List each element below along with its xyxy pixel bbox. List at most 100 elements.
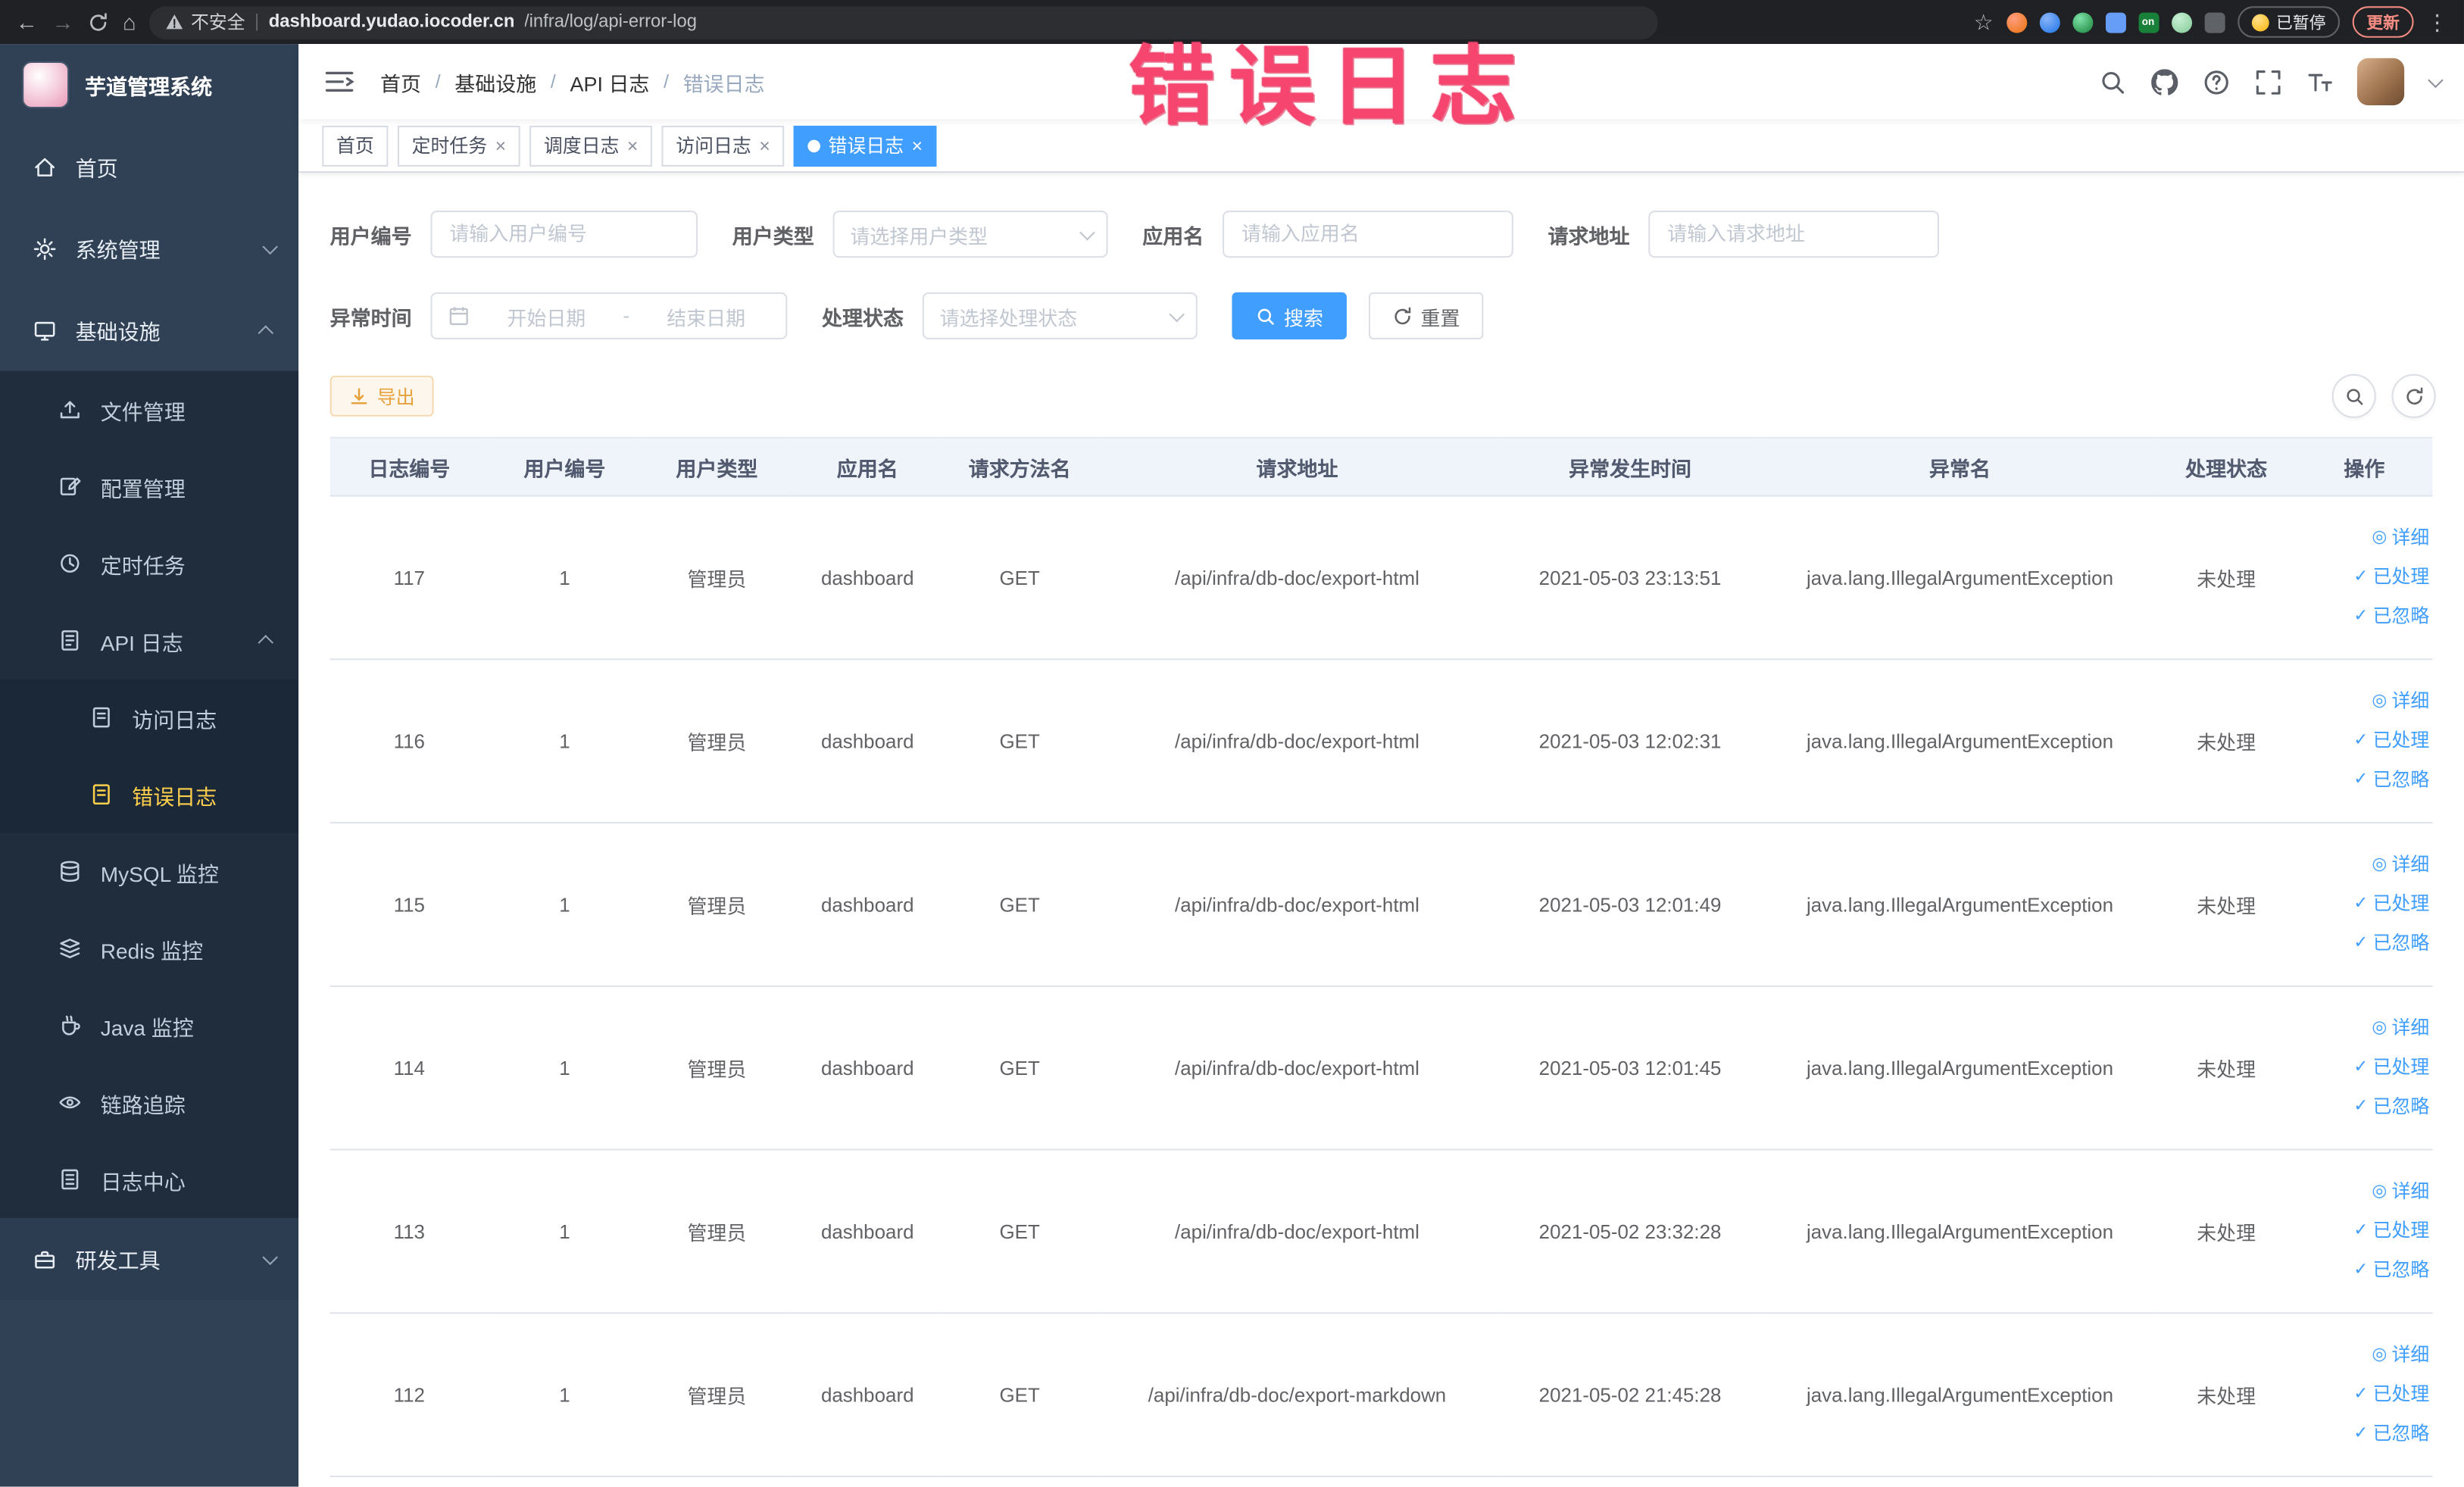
mark-processed-link[interactable]: ✓ 已处理	[2303, 558, 2429, 597]
close-icon[interactable]: ×	[627, 136, 639, 155]
sidebar-item-redis-monitor[interactable]: Redis 监控	[0, 910, 299, 987]
github-icon[interactable]	[2150, 67, 2178, 95]
sidebar-item-java-monitor[interactable]: Java 监控	[0, 986, 299, 1064]
fullscreen-icon[interactable]	[2253, 67, 2281, 95]
redis-icon	[57, 936, 82, 961]
sidebar-item-file-manage[interactable]: 文件管理	[0, 370, 299, 448]
cell-log-id: 112	[329, 1313, 489, 1478]
cell-exception-name: java.lang.IllegalArgumentException	[1763, 495, 2157, 661]
reload-icon[interactable]	[88, 12, 108, 33]
calendar-icon	[449, 307, 468, 326]
detail-link[interactable]: ◎ 详细	[2303, 1009, 2429, 1048]
sidebar-item-infra[interactable]: 基础设施	[0, 289, 298, 371]
sidebar-item-log-center[interactable]: 日志中心	[0, 1141, 299, 1218]
breadcrumb-infra[interactable]: 基础设施	[454, 67, 536, 96]
browser-update-button[interactable]: 更新	[2352, 6, 2414, 38]
hamburger-icon[interactable]	[323, 66, 354, 97]
not-secure-indicator[interactable]: 不安全	[166, 9, 245, 34]
detail-link[interactable]: ◎ 详细	[2303, 1335, 2429, 1375]
tab-error-log[interactable]: 错误日志 ×	[793, 124, 937, 166]
log-document-icon	[57, 628, 82, 653]
detail-link[interactable]: ◎ 详细	[2303, 1173, 2429, 1212]
reset-button[interactable]: 重置	[1369, 292, 1484, 340]
mark-processed-link[interactable]: ✓ 已处理	[2303, 1048, 2429, 1088]
tab-label: 首页	[336, 135, 374, 158]
sidebar-item-dev-tools[interactable]: 研发工具	[0, 1217, 299, 1300]
app-title: 芋道管理系统	[85, 75, 213, 99]
extension-icon[interactable]	[2072, 11, 2093, 33]
cell-method: GET	[942, 823, 1098, 987]
breadcrumb-api-log[interactable]: API 日志	[570, 67, 649, 96]
mark-ignored-link[interactable]: ✓ 已忽略	[2303, 1414, 2429, 1454]
font-size-icon[interactable]	[2305, 67, 2333, 95]
extension-icon[interactable]	[2006, 11, 2027, 33]
extension-icon[interactable]: on	[2138, 11, 2159, 33]
mark-ignored-link[interactable]: ✓ 已忽略	[2303, 924, 2429, 964]
browser-menu-icon[interactable]: ⋮	[2426, 11, 2448, 33]
sidebar-item-config-manage[interactable]: 配置管理	[0, 448, 299, 525]
extension-icon[interactable]	[2038, 11, 2060, 33]
extension-icon[interactable]	[2171, 11, 2192, 33]
mark-ignored-link[interactable]: ✓ 已忽略	[2303, 1088, 2429, 1127]
sidebar-item-label: Java 监控	[100, 1016, 194, 1040]
sidebar-item-api-log[interactable]: API 日志	[0, 601, 299, 679]
close-icon[interactable]: ×	[495, 136, 507, 155]
search-button[interactable]: 搜索	[1232, 292, 1348, 340]
tab-scheduled-jobs[interactable]: 定时任务 ×	[397, 124, 520, 166]
close-icon[interactable]: ×	[912, 136, 923, 155]
export-button[interactable]: 导出	[329, 375, 434, 417]
user-avatar[interactable]	[2356, 58, 2405, 105]
user-type-select[interactable]: 请选择用户类型	[832, 210, 1108, 258]
sidebar-item-label: 错误日志	[132, 785, 217, 809]
chevron-down-icon[interactable]	[2428, 71, 2444, 88]
col-exception-name: 异常名	[1763, 436, 2157, 497]
puzzle-extensions-icon[interactable]	[2203, 11, 2225, 33]
back-icon[interactable]: ←	[16, 11, 38, 33]
mark-processed-link[interactable]: ✓ 已处理	[2303, 1375, 2429, 1414]
detail-link[interactable]: ◎ 详细	[2303, 519, 2429, 558]
sidebar-item-mysql-monitor[interactable]: MySQL 监控	[0, 833, 299, 911]
search-icon[interactable]	[2098, 67, 2126, 95]
cell-exception-name: java.lang.IllegalArgumentException	[1763, 659, 2157, 824]
sidebar-item-system[interactable]: 系统管理	[0, 208, 298, 289]
tags-view: 首页 定时任务 × 调度日志 × 访问日志 × 错误日志 ×	[298, 119, 2464, 173]
mark-processed-link[interactable]: ✓ 已处理	[2303, 885, 2429, 924]
mark-ignored-link[interactable]: ✓ 已忽略	[2303, 1251, 2429, 1290]
breadcrumb-home[interactable]: 首页	[380, 67, 421, 96]
detail-link[interactable]: ◎ 详细	[2303, 845, 2429, 885]
forward-icon[interactable]: →	[52, 11, 73, 33]
table-toolbar: 导出	[329, 373, 2449, 418]
update-label: 更新	[2366, 13, 2400, 33]
home-icon[interactable]: ⌂	[123, 11, 136, 33]
mark-processed-link[interactable]: ✓ 已处理	[2303, 1212, 2429, 1251]
sidebar-item-access-log[interactable]: 访问日志	[0, 679, 299, 756]
app-logo[interactable]: 芋道管理系统	[0, 44, 298, 126]
mark-ignored-link[interactable]: ✓ 已忽略	[2303, 597, 2429, 636]
user-id-input[interactable]	[430, 210, 698, 258]
paused-profile-chip[interactable]: 已暂停	[2237, 6, 2341, 38]
mark-ignored-link[interactable]: ✓ 已忽略	[2303, 761, 2429, 800]
request-url-input[interactable]	[1648, 210, 1940, 258]
mark-processed-link[interactable]: ✓ 已处理	[2303, 721, 2429, 761]
detail-link[interactable]: ◎ 详细	[2303, 682, 2429, 721]
process-status-select[interactable]: 请选择处理状态	[922, 292, 1198, 340]
cell-log-id: 114	[329, 986, 489, 1151]
extension-icon[interactable]	[2104, 11, 2125, 33]
app-name-input[interactable]	[1223, 210, 1513, 258]
toggle-search-button[interactable]	[2331, 373, 2376, 418]
address-bar[interactable]: 不安全 | dashboard.yudao.iocoder.cn /infra/…	[150, 5, 1659, 39]
sidebar-item-trace[interactable]: 链路追踪	[0, 1064, 299, 1142]
help-icon[interactable]	[2202, 67, 2230, 95]
tab-home[interactable]: 首页	[322, 124, 389, 166]
tab-job-log[interactable]: 调度日志 ×	[529, 124, 653, 166]
sidebar-item-scheduled-jobs[interactable]: 定时任务	[0, 524, 299, 602]
tab-access-log[interactable]: 访问日志 ×	[661, 124, 785, 166]
refresh-button[interactable]	[2391, 373, 2436, 418]
chevron-down-icon	[1079, 223, 1095, 240]
col-method: 请求方法名	[942, 436, 1098, 497]
date-range-picker[interactable]: 开始日期 - 结束日期	[430, 292, 788, 340]
bookmark-star-icon[interactable]: ☆	[1974, 11, 1994, 33]
close-icon[interactable]: ×	[759, 136, 770, 155]
sidebar-item-error-log[interactable]: 错误日志	[0, 755, 299, 833]
sidebar-item-home[interactable]: 首页	[0, 126, 298, 208]
